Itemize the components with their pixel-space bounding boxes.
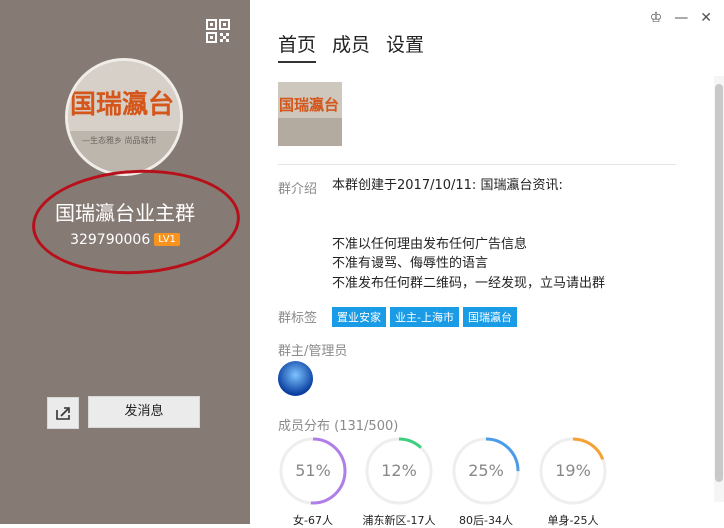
stat-percent: 25%: [468, 461, 504, 480]
members-label-text: 成员分布: [278, 419, 331, 434]
intro-line: 本群创建于2017/10/11: 国瑞瀛台资讯:: [332, 178, 563, 193]
group-avatar[interactable]: 国瑞瀛台 —生态雅乡 尚品城市: [65, 58, 183, 176]
group-detail-panel: ♔ — ✕ 首页 成员 设置 国瑞瀛台 群介绍 本群创建于2017/10/11: 国瑞瀛…: [250, 0, 724, 527]
stat-gender[interactable]: 51% 女-67人: [278, 436, 348, 527]
stat-single[interactable]: 19% 单身-25人: [538, 436, 608, 527]
avatar-logo-text: 国瑞瀛台: [70, 89, 174, 120]
intro-line: 不准发布任何群二维码，一经发现，立马请出群: [332, 275, 606, 291]
avatar-slogan: —生态雅乡 尚品城市: [82, 135, 157, 145]
stat-percent: 19%: [555, 461, 591, 480]
divider: [278, 164, 676, 165]
annotation-ring: [29, 164, 243, 280]
tag-item[interactable]: 置业安家: [332, 307, 386, 327]
stat-caption: 单身-25人: [547, 514, 599, 527]
share-button[interactable]: [47, 397, 79, 429]
skin-icon[interactable]: ♔: [650, 10, 663, 26]
intro-line: [332, 215, 672, 235]
intro-text: 本群创建于2017/10/11: 国瑞瀛台资讯: 不准以任何理由发布任何广告信息…: [332, 176, 672, 293]
intro-line: [332, 196, 672, 216]
members-label: 成员分布 (131/500): [278, 415, 398, 434]
tab-home[interactable]: 首页: [278, 30, 317, 63]
close-icon[interactable]: ✕: [700, 10, 712, 26]
tab-settings[interactable]: 设置: [386, 30, 424, 61]
photo-logo-text: 国瑞瀛台: [279, 96, 339, 114]
tab-members[interactable]: 成员: [332, 30, 370, 61]
tag-item[interactable]: 业主-上海市: [390, 307, 459, 327]
intro-label: 群介绍: [278, 182, 318, 197]
group-photo[interactable]: 国瑞瀛台: [278, 82, 342, 146]
stat-age[interactable]: 25% 80后-34人: [451, 436, 521, 527]
minimize-icon[interactable]: —: [674, 10, 688, 26]
intro-line: 不准以任何理由发布任何广告信息: [332, 236, 528, 252]
tag-list: 置业安家 业主-上海市 国瑞瀛台: [332, 306, 521, 327]
tag-item[interactable]: 国瑞瀛台: [462, 307, 517, 327]
scrollbar-thumb[interactable]: [715, 84, 723, 482]
tab-bar: 首页 成员 设置: [278, 30, 440, 63]
group-profile-panel: 国瑞瀛台 —生态雅乡 尚品城市 国瑞瀛台业主群 329790006 LV1 发消息: [0, 0, 250, 524]
stat-district[interactable]: 12% 浦东新区-17人: [363, 436, 435, 527]
admin-avatar[interactable]: [278, 361, 313, 396]
share-icon: [56, 407, 70, 420]
intro-line: 不准有谩骂、侮辱性的语言: [332, 256, 489, 271]
stat-percent: 51%: [295, 461, 331, 480]
window-controls: ♔ — ✕: [638, 10, 712, 26]
member-count: (131/500): [334, 419, 399, 434]
admins-label: 群主/管理员: [278, 344, 348, 359]
send-message-button[interactable]: 发消息: [88, 396, 200, 428]
stat-percent: 12%: [381, 461, 417, 480]
tags-label: 群标签: [278, 311, 318, 326]
qr-code-icon[interactable]: [206, 19, 230, 43]
